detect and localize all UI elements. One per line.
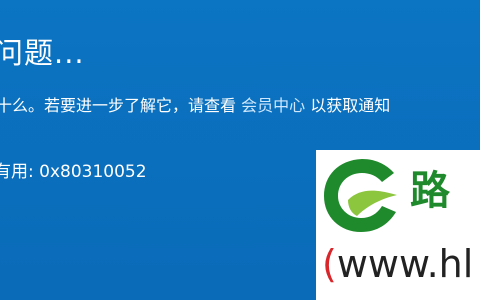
watermark-domain-text: www.hl — [336, 242, 474, 286]
watermark-open-paren: ( — [322, 242, 337, 286]
error-title: 问题... — [0, 36, 85, 70]
error-code-line: 有用: 0x80310052 — [0, 162, 147, 182]
info-text-after: 以获取通知 — [310, 96, 391, 115]
leaf-swoosh-logo-icon — [324, 159, 397, 232]
watermark-overlay: 路 (www.hl — [316, 150, 480, 300]
watermark-domain: (www.hl — [322, 242, 473, 286]
info-line: 十么。若要进一步了解它，请查看 会员中心 以获取通知 — [0, 92, 390, 116]
watermark-brand-text: 路 — [410, 168, 450, 214]
info-text-before: 十么。若要进一步了解它，请查看 — [0, 96, 237, 115]
member-center-link[interactable]: 会员中心 — [241, 96, 305, 115]
